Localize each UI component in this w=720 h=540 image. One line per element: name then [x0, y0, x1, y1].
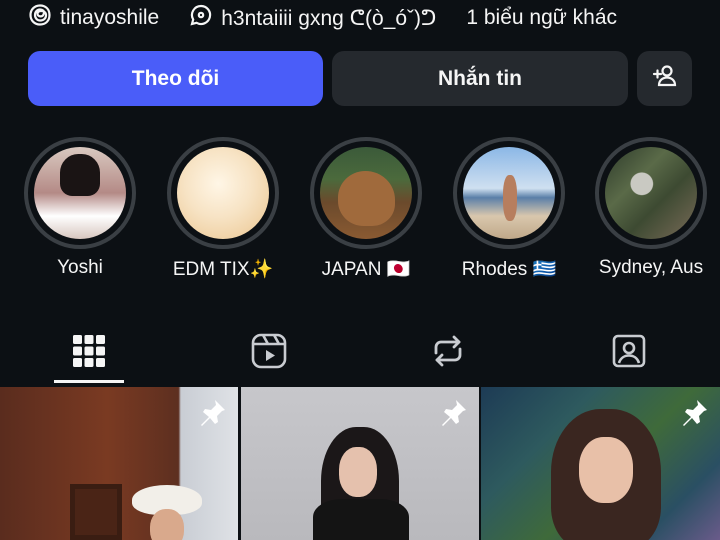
tagged-icon — [609, 331, 649, 376]
highlight-yoshi[interactable]: Yoshi — [24, 137, 136, 278]
highlight-cover-image — [605, 147, 697, 239]
highlight-label: Sydney, Aus — [598, 257, 704, 278]
highlight-cover-image — [320, 147, 412, 239]
message-button[interactable]: Nhắn tin — [332, 51, 628, 106]
follow-button[interactable]: Theo dõi — [28, 51, 323, 106]
highlight-cover-image — [34, 147, 126, 239]
chat-text: h3ntaiiii gxng ᕦ(ò_óˇ)ᕤ — [221, 6, 437, 30]
threads-icon — [28, 3, 52, 33]
reels-icon — [249, 331, 289, 376]
highlight-rhodes[interactable]: Rhodes 🇬🇷 — [453, 137, 565, 280]
post-image-barn-door — [70, 484, 122, 540]
highlight-sydney[interactable]: Sydney, Aus — [595, 137, 707, 278]
tab-tagged[interactable] — [594, 322, 664, 384]
post-image-outfit — [313, 499, 409, 540]
grid-post[interactable] — [0, 387, 238, 540]
highlight-ring — [595, 137, 707, 249]
post-image-subject — [339, 447, 377, 497]
tab-reels[interactable] — [234, 322, 304, 384]
threads-handle: tinayoshile — [60, 6, 160, 29]
add-person-button[interactable] — [637, 51, 692, 106]
highlight-ring — [24, 137, 136, 249]
post-image-subject — [150, 509, 184, 540]
grid-post[interactable] — [241, 387, 479, 540]
pin-icon — [437, 397, 469, 429]
highlight-cover-image — [177, 147, 269, 239]
tab-posts-grid[interactable] — [54, 322, 124, 384]
post-image-subject — [579, 437, 633, 503]
chat-bubble-icon — [189, 3, 213, 33]
highlight-label: Yoshi — [57, 257, 103, 278]
tab-reposts[interactable] — [413, 322, 483, 384]
highlight-edm-tix[interactable]: EDM TIX✨ — [167, 137, 279, 280]
more-banners-link[interactable]: 1 biểu ngữ khác — [466, 6, 617, 30]
highlight-ring — [453, 137, 565, 249]
highlight-label: JAPAN 🇯🇵 — [321, 259, 411, 280]
add-person-icon — [651, 62, 679, 96]
grid-icon — [69, 331, 109, 376]
highlight-ring — [167, 137, 279, 249]
highlight-cover-image — [463, 147, 555, 239]
repost-icon — [428, 331, 468, 376]
profile-links-row: tinayoshile h3ntaiiii gxng ᕦ(ò_óˇ)ᕤ 1 bi… — [28, 4, 617, 32]
highlight-label: EDM TIX✨ — [172, 259, 274, 280]
threads-link[interactable]: tinayoshile — [28, 3, 159, 33]
highlight-japan[interactable]: JAPAN 🇯🇵 — [310, 137, 422, 280]
pin-icon — [196, 397, 228, 429]
highlight-ring — [310, 137, 422, 249]
highlight-label: Rhodes 🇬🇷 — [461, 259, 557, 280]
active-tab-indicator — [54, 380, 124, 383]
pin-icon — [678, 397, 710, 429]
grid-post[interactable] — [481, 387, 720, 540]
chat-link[interactable]: h3ntaiiii gxng ᕦ(ò_óˇ)ᕤ — [189, 3, 436, 33]
